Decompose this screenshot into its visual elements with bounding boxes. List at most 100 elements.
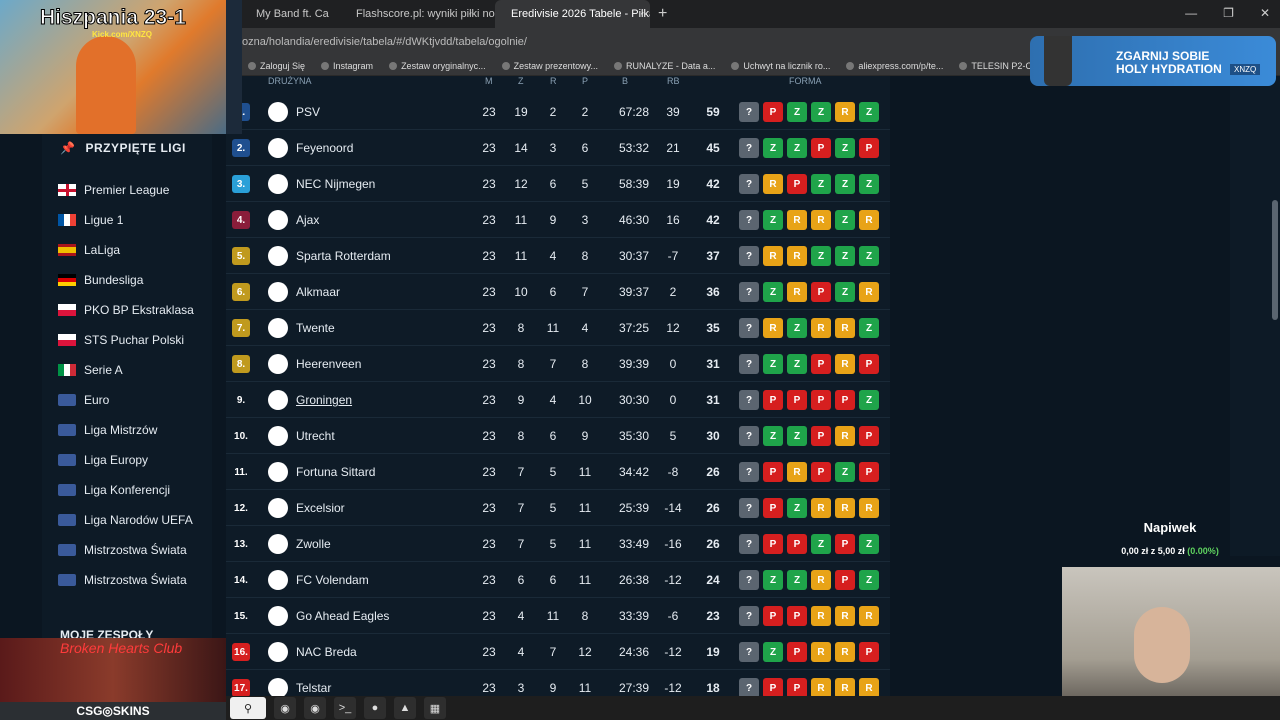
form-badge[interactable]: P [787, 390, 807, 410]
form-badge[interactable]: P [763, 498, 783, 518]
form-badge[interactable]: Z [811, 102, 831, 122]
form-badge[interactable]: P [835, 534, 855, 554]
form-badge[interactable]: R [859, 210, 879, 230]
form-badge[interactable]: R [859, 282, 879, 302]
sidebar-league-item[interactable]: STS Puchar Polski [58, 333, 184, 347]
table-row[interactable]: 5. Sparta Rotterdam 23 11 4 8 30:37 -7 37? R R Z Z Z [226, 238, 890, 274]
team-name-link[interactable]: Ajax [296, 213, 319, 227]
team-name-link[interactable]: FC Volendam [296, 573, 369, 587]
form-badge[interactable]: Z [835, 462, 855, 482]
form-badge[interactable]: ? [739, 354, 759, 374]
form-badge[interactable]: Z [811, 246, 831, 266]
sidebar-league-item[interactable]: Liga Konferencji [58, 483, 170, 497]
form-badge[interactable]: R [763, 318, 783, 338]
form-badge[interactable]: ? [739, 102, 759, 122]
team-name-link[interactable]: Go Ahead Eagles [296, 609, 389, 623]
team-name-link[interactable]: Heerenveen [296, 357, 361, 371]
form-badge[interactable]: P [859, 426, 879, 446]
table-row[interactable]: 12. Excelsior 23 7 5 11 25:39 -14 26? P Z R R R [226, 490, 890, 526]
form-badge[interactable]: Z [811, 174, 831, 194]
sidebar-league-item[interactable]: Liga Europy [58, 453, 148, 467]
form-badge[interactable]: Z [835, 210, 855, 230]
bookmark-item[interactable]: Uchwyt na licznik ro... [731, 61, 830, 71]
header-draws[interactable]: R [550, 76, 557, 86]
team-name-link[interactable]: Alkmaar [296, 285, 340, 299]
team-name-link[interactable]: Sparta Rotterdam [296, 249, 391, 263]
form-badge[interactable]: R [835, 426, 855, 446]
form-badge[interactable]: P [811, 426, 831, 446]
form-badge[interactable]: ? [739, 210, 759, 230]
form-badge[interactable]: ? [739, 570, 759, 590]
form-badge[interactable]: P [811, 390, 831, 410]
form-badge[interactable]: Z [859, 246, 879, 266]
table-row[interactable]: 9. Groningen 23 9 4 10 30:30 0 31? P P P P Z [226, 382, 890, 418]
form-badge[interactable]: R [787, 246, 807, 266]
team-name-link[interactable]: Telstar [296, 681, 331, 695]
form-badge[interactable]: R [835, 642, 855, 662]
form-badge[interactable]: Z [763, 642, 783, 662]
form-badge[interactable]: R [811, 678, 831, 696]
form-badge[interactable]: R [835, 606, 855, 626]
form-badge[interactable]: ? [739, 534, 759, 554]
form-badge[interactable]: ? [739, 390, 759, 410]
bookmark-item[interactable]: Instagram [321, 61, 373, 71]
form-badge[interactable]: Z [811, 534, 831, 554]
form-badge[interactable]: P [859, 642, 879, 662]
ad-banner[interactable]: ZGARNIJ SOBIE HOLY HYDRATION XNZQ [1030, 36, 1276, 86]
tool-icon[interactable]: ▦ [424, 697, 446, 719]
table-row[interactable]: 16. NAC Breda 23 4 7 12 24:36 -12 19? Z P R R P [226, 634, 890, 670]
form-badge[interactable]: Z [859, 318, 879, 338]
form-badge[interactable]: ? [739, 462, 759, 482]
sidebar-league-item[interactable]: Serie A [58, 363, 123, 377]
form-badge[interactable]: ? [739, 246, 759, 266]
header-losses[interactable]: P [582, 76, 588, 86]
chrome-icon[interactable]: ◉ [274, 697, 296, 719]
sidebar-league-item[interactable]: PKO BP Ekstraklasa [58, 303, 194, 317]
team-name-link[interactable]: Groningen [296, 393, 352, 407]
form-badge[interactable]: ? [739, 318, 759, 338]
form-badge[interactable]: R [763, 174, 783, 194]
form-badge[interactable]: P [763, 678, 783, 696]
form-badge[interactable]: R [835, 678, 855, 696]
minimize-icon[interactable]: — [1185, 6, 1197, 20]
form-badge[interactable]: Z [859, 390, 879, 410]
form-badge[interactable]: Z [835, 282, 855, 302]
browser-tab[interactable]: Flashscore.pl: wyniki piłki nożne✕ [340, 0, 495, 28]
team-name-link[interactable]: Feyenoord [296, 141, 353, 155]
discord-icon[interactable]: ● [364, 697, 386, 719]
form-badge[interactable]: P [763, 390, 783, 410]
team-name-link[interactable]: PSV [296, 105, 320, 119]
form-badge[interactable]: R [811, 642, 831, 662]
form-badge[interactable]: Z [787, 102, 807, 122]
team-name-link[interactable]: Zwolle [296, 537, 331, 551]
header-matches[interactable]: M [485, 76, 493, 86]
form-badge[interactable]: P [835, 570, 855, 590]
form-badge[interactable]: R [835, 354, 855, 374]
form-badge[interactable]: R [811, 570, 831, 590]
form-badge[interactable]: P [835, 390, 855, 410]
form-badge[interactable]: R [787, 282, 807, 302]
form-badge[interactable]: P [859, 138, 879, 158]
browser-icon[interactable]: ▲ [394, 697, 416, 719]
form-badge[interactable]: Z [763, 354, 783, 374]
table-row[interactable]: 6. Alkmaar 23 10 6 7 39:37 2 36? Z R P Z R [226, 274, 890, 310]
team-name-link[interactable]: Utrecht [296, 429, 335, 443]
header-wins[interactable]: Z [518, 76, 524, 86]
form-badge[interactable]: R [811, 498, 831, 518]
form-badge[interactable]: Z [859, 570, 879, 590]
team-name-link[interactable]: NEC Nijmegen [296, 177, 375, 191]
sidebar-league-item[interactable]: LaLiga [58, 243, 120, 257]
form-badge[interactable]: Z [763, 138, 783, 158]
form-badge[interactable]: P [811, 282, 831, 302]
form-badge[interactable]: P [811, 138, 831, 158]
form-badge[interactable]: ? [739, 426, 759, 446]
form-badge[interactable]: Z [787, 426, 807, 446]
form-badge[interactable]: Z [787, 498, 807, 518]
team-name-link[interactable]: Fortuna Sittard [296, 465, 375, 479]
form-badge[interactable]: Z [787, 570, 807, 590]
form-badge[interactable]: R [811, 210, 831, 230]
app-icon[interactable]: ◉ [304, 697, 326, 719]
close-window-icon[interactable]: ✕ [1260, 6, 1270, 20]
table-row[interactable]: 7. Twente 23 8 11 4 37:25 12 35? R Z R R Z [226, 310, 890, 346]
form-badge[interactable]: R [811, 606, 831, 626]
